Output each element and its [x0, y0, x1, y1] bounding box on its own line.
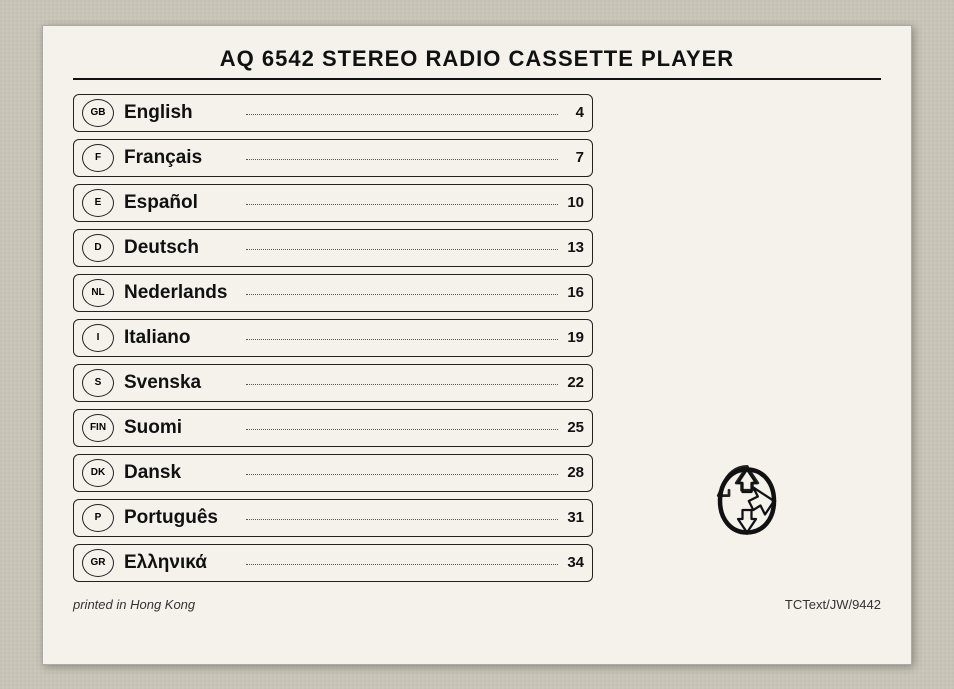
language-name: Français [124, 147, 234, 169]
footer-code: TCText/JW/9442 [785, 597, 881, 612]
toc-item: P Português 31 [73, 499, 593, 537]
country-badge: D [82, 234, 114, 262]
page-number: 19 [564, 329, 584, 346]
page-number: 13 [564, 239, 584, 256]
country-badge: FIN [82, 414, 114, 442]
dot-leader [246, 519, 558, 520]
page-container: AQ 6542 STEREO RADIO CASSETTE PLAYER GB E… [42, 25, 912, 665]
language-name: Svenska [124, 372, 234, 394]
toc-item: NL Nederlands 16 [73, 274, 593, 312]
page-number: 31 [564, 509, 584, 526]
dot-leader [246, 429, 558, 430]
language-name: Italiano [124, 327, 234, 349]
page-title: AQ 6542 STEREO RADIO CASSETTE PLAYER [73, 46, 881, 80]
recycle-icon [702, 456, 792, 551]
language-name: Suomi [124, 417, 234, 439]
language-name: Español [124, 192, 234, 214]
country-badge: DK [82, 459, 114, 487]
page-number: 34 [564, 554, 584, 571]
toc-item: DK Dansk 28 [73, 454, 593, 492]
page-number: 10 [564, 194, 584, 211]
country-badge: F [82, 144, 114, 172]
toc-list: GB English 4 F Français 7 E Español 10 D Deutsch 13… [73, 94, 593, 589]
dot-leader [246, 294, 558, 295]
dot-leader [246, 204, 558, 205]
footer-area: printed in Hong Kong TCText/JW/9442 [73, 597, 881, 612]
country-badge: E [82, 189, 114, 217]
country-badge: NL [82, 279, 114, 307]
language-name: Nederlands [124, 282, 234, 304]
toc-item: FIN Suomi 25 [73, 409, 593, 447]
toc-item: I Italiano 19 [73, 319, 593, 357]
dot-leader [246, 159, 558, 160]
language-name: Dansk [124, 462, 234, 484]
toc-item: S Svenska 22 [73, 364, 593, 402]
footer-printed: printed in Hong Kong [73, 597, 195, 612]
page-number: 4 [564, 104, 584, 121]
language-name: Deutsch [124, 237, 234, 259]
page-number: 22 [564, 374, 584, 391]
country-badge: P [82, 504, 114, 532]
page-number: 28 [564, 464, 584, 481]
toc-item: D Deutsch 13 [73, 229, 593, 267]
language-name: Ελληνικά [124, 552, 234, 574]
country-badge: GB [82, 99, 114, 127]
toc-item: GR Ελληνικά 34 [73, 544, 593, 582]
country-badge: S [82, 369, 114, 397]
dot-leader [246, 384, 558, 385]
page-number: 25 [564, 419, 584, 436]
content-area: GB English 4 F Français 7 E Español 10 D Deutsch 13… [73, 94, 881, 589]
dot-leader [246, 474, 558, 475]
dot-leader [246, 339, 558, 340]
language-name: Português [124, 507, 234, 529]
language-name: English [124, 102, 234, 124]
dot-leader [246, 249, 558, 250]
country-badge: I [82, 324, 114, 352]
right-panel [613, 94, 881, 589]
dot-leader [246, 564, 558, 565]
page-number: 7 [564, 149, 584, 166]
toc-item: GB English 4 [73, 94, 593, 132]
page-number: 16 [564, 284, 584, 301]
toc-item: F Français 7 [73, 139, 593, 177]
toc-item: E Español 10 [73, 184, 593, 222]
country-badge: GR [82, 549, 114, 577]
dot-leader [246, 114, 558, 115]
